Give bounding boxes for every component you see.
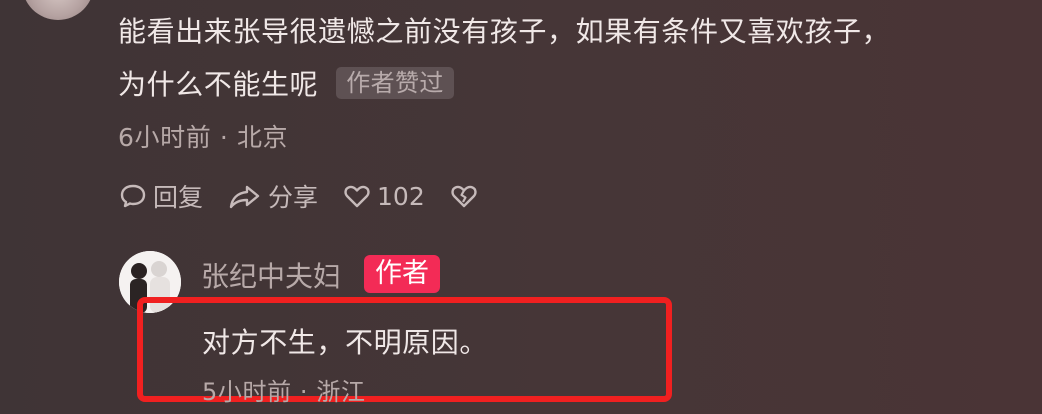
comment-meta: 6小时前 · 北京 — [118, 123, 289, 152]
author-tag-badge: 作者 — [364, 255, 440, 293]
share-button[interactable]: 分享 — [227, 178, 318, 214]
comment-text-line-2-content: 为什么不能生呢 — [118, 68, 319, 101]
reply-label: 回复 — [153, 183, 204, 212]
broken-heart-icon — [451, 185, 477, 208]
reply-button[interactable]: 回复 — [118, 178, 203, 214]
author-liked-badge: 作者赞过 — [336, 67, 454, 99]
share-arrow-icon — [229, 185, 260, 209]
reply-text: 对方不生，不明原因。 — [202, 326, 489, 359]
author-name[interactable]: 张纪中夫妇 — [201, 255, 341, 295]
reply-meta: 5小时前 · 浙江 — [202, 378, 366, 406]
comment-text-line-1: 能看出来张导很遗憾之前没有孩子，如果有条件又喜欢孩子， — [118, 15, 891, 48]
comment-actions-bar: 回复 分享 102 — [118, 178, 508, 214]
dislike-button[interactable] — [449, 181, 484, 211]
heart-icon — [344, 185, 370, 208]
comment-text-line-2: 为什么不能生呢 作者赞过 — [118, 67, 454, 103]
like-button[interactable]: 102 — [342, 181, 425, 211]
share-label: 分享 — [268, 183, 319, 212]
reply-bubble-icon — [120, 184, 146, 208]
like-count: 102 — [377, 181, 425, 211]
